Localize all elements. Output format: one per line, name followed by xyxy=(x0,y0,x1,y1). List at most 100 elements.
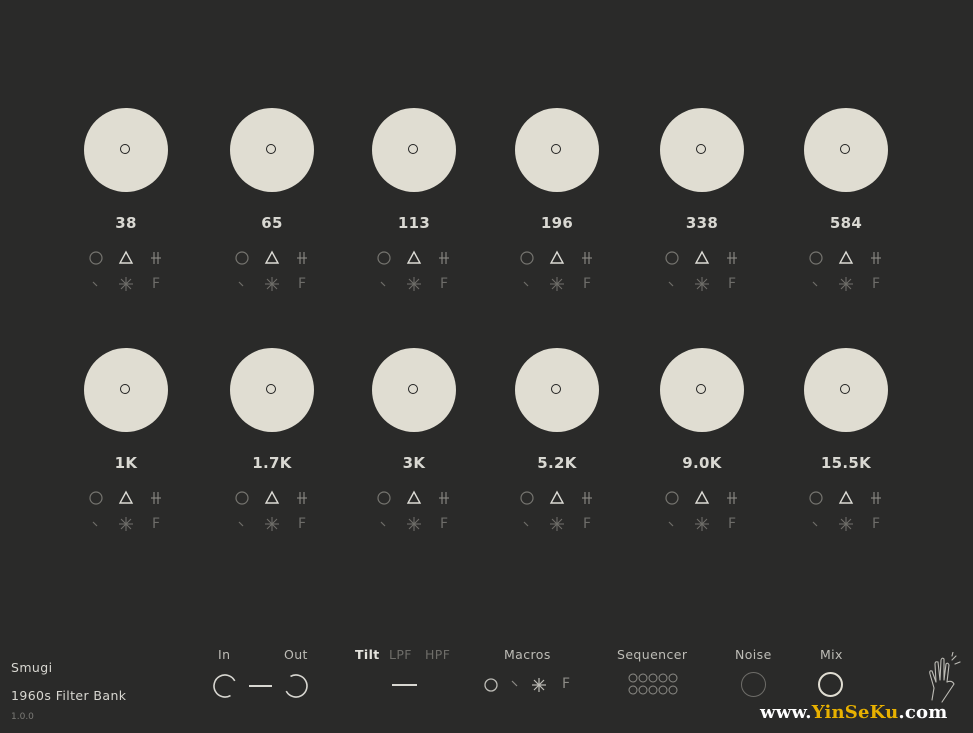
tick-lines-icon[interactable] xyxy=(577,488,597,508)
asterisk-icon[interactable] xyxy=(547,514,567,534)
circle-toggle-icon[interactable] xyxy=(232,488,252,508)
circle-toggle-icon[interactable] xyxy=(517,488,537,508)
circle-toggle-icon[interactable] xyxy=(86,488,106,508)
asterisk-icon[interactable] xyxy=(692,274,712,294)
slash-icon[interactable] xyxy=(232,274,252,294)
band-gain-knob[interactable] xyxy=(230,108,314,192)
tick-lines-icon[interactable] xyxy=(722,488,742,508)
f-letter-icon[interactable]: F xyxy=(434,514,454,534)
asterisk-icon[interactable] xyxy=(836,514,856,534)
asterisk-icon[interactable] xyxy=(836,274,856,294)
asterisk-icon[interactable] xyxy=(692,514,712,534)
circle-toggle-icon[interactable] xyxy=(374,488,394,508)
f-letter-icon[interactable]: F xyxy=(292,274,312,294)
f-letter-icon[interactable]: F xyxy=(722,274,742,294)
band-gain-knob[interactable] xyxy=(660,348,744,432)
input-gain-knob[interactable] xyxy=(212,673,238,699)
circle-toggle-icon[interactable] xyxy=(662,248,682,268)
tick-lines-icon[interactable] xyxy=(292,248,312,268)
slash-icon[interactable] xyxy=(517,274,537,294)
band-gain-knob[interactable] xyxy=(660,108,744,192)
triangle-shape-icon[interactable] xyxy=(836,488,856,508)
circle-toggle-icon[interactable] xyxy=(232,248,252,268)
band-gain-knob[interactable] xyxy=(372,348,456,432)
slash-icon[interactable] xyxy=(517,514,537,534)
band-gain-knob[interactable] xyxy=(84,108,168,192)
tick-lines-icon[interactable] xyxy=(146,488,166,508)
macro-asterisk-icon[interactable] xyxy=(531,677,547,693)
in-out-link-line[interactable] xyxy=(249,685,272,687)
band-gain-knob[interactable] xyxy=(804,108,888,192)
band-gain-knob[interactable] xyxy=(515,108,599,192)
slash-icon[interactable] xyxy=(662,274,682,294)
tilt-slider[interactable] xyxy=(392,684,417,686)
macro-f-icon[interactable]: F xyxy=(562,676,570,692)
asterisk-icon[interactable] xyxy=(547,274,567,294)
triangle-shape-icon[interactable] xyxy=(547,488,567,508)
triangle-shape-icon[interactable] xyxy=(116,248,136,268)
triangle-shape-icon[interactable] xyxy=(547,248,567,268)
f-letter-icon[interactable]: F xyxy=(434,274,454,294)
lpf-tab[interactable]: LPF xyxy=(389,647,412,662)
asterisk-icon[interactable] xyxy=(404,274,424,294)
output-gain-knob[interactable] xyxy=(283,673,309,699)
sequencer-grid-icon[interactable] xyxy=(628,672,678,698)
triangle-shape-icon[interactable] xyxy=(404,248,424,268)
band-gain-knob[interactable] xyxy=(84,348,168,432)
slash-icon[interactable] xyxy=(86,274,106,294)
f-letter-icon[interactable]: F xyxy=(146,514,166,534)
tick-lines-icon[interactable] xyxy=(434,488,454,508)
band-gain-knob[interactable] xyxy=(804,348,888,432)
circle-toggle-icon[interactable] xyxy=(517,248,537,268)
triangle-shape-icon[interactable] xyxy=(262,488,282,508)
circle-toggle-icon[interactable] xyxy=(662,488,682,508)
triangle-shape-icon[interactable] xyxy=(836,248,856,268)
band-gain-knob[interactable] xyxy=(372,108,456,192)
tick-lines-icon[interactable] xyxy=(577,248,597,268)
circle-toggle-icon[interactable] xyxy=(86,248,106,268)
tilt-tab[interactable]: Tilt xyxy=(355,647,380,662)
slash-icon[interactable] xyxy=(374,514,394,534)
slash-icon[interactable] xyxy=(806,514,826,534)
tick-lines-icon[interactable] xyxy=(434,248,454,268)
asterisk-icon[interactable] xyxy=(262,514,282,534)
knob-indicator-icon xyxy=(696,384,706,394)
triangle-shape-icon[interactable] xyxy=(262,248,282,268)
f-letter-icon[interactable]: F xyxy=(577,274,597,294)
noise-knob[interactable] xyxy=(741,672,766,697)
tick-lines-icon[interactable] xyxy=(292,488,312,508)
asterisk-icon[interactable] xyxy=(404,514,424,534)
triangle-shape-icon[interactable] xyxy=(404,488,424,508)
band-gain-knob[interactable] xyxy=(515,348,599,432)
slash-icon[interactable] xyxy=(374,274,394,294)
tick-lines-icon[interactable] xyxy=(722,248,742,268)
f-letter-icon[interactable]: F xyxy=(146,274,166,294)
triangle-shape-icon[interactable] xyxy=(692,248,712,268)
slash-icon[interactable] xyxy=(232,514,252,534)
tick-lines-icon[interactable] xyxy=(866,488,886,508)
slash-icon[interactable] xyxy=(86,514,106,534)
mix-knob[interactable] xyxy=(818,672,843,697)
f-letter-icon[interactable]: F xyxy=(292,514,312,534)
asterisk-icon[interactable] xyxy=(116,274,136,294)
f-letter-icon[interactable]: F xyxy=(866,274,886,294)
circle-toggle-icon[interactable] xyxy=(374,248,394,268)
slash-icon[interactable] xyxy=(662,514,682,534)
circle-toggle-icon[interactable] xyxy=(806,488,826,508)
hpf-tab[interactable]: HPF xyxy=(425,647,450,662)
f-letter-icon[interactable]: F xyxy=(722,514,742,534)
triangle-shape-icon[interactable] xyxy=(116,488,136,508)
f-letter-icon[interactable]: F xyxy=(866,514,886,534)
circle-toggle-icon[interactable] xyxy=(806,248,826,268)
band-gain-knob[interactable] xyxy=(230,348,314,432)
f-letter-icon[interactable]: F xyxy=(577,514,597,534)
asterisk-icon[interactable] xyxy=(116,514,136,534)
asterisk-icon[interactable] xyxy=(262,274,282,294)
macro-circle-icon[interactable] xyxy=(483,677,499,693)
tick-lines-icon[interactable] xyxy=(866,248,886,268)
tick-lines-icon[interactable] xyxy=(146,248,166,268)
triangle-shape-icon[interactable] xyxy=(692,488,712,508)
band-11: 9.0K F xyxy=(660,348,744,548)
macro-slash-icon[interactable] xyxy=(510,679,520,689)
slash-icon[interactable] xyxy=(806,274,826,294)
